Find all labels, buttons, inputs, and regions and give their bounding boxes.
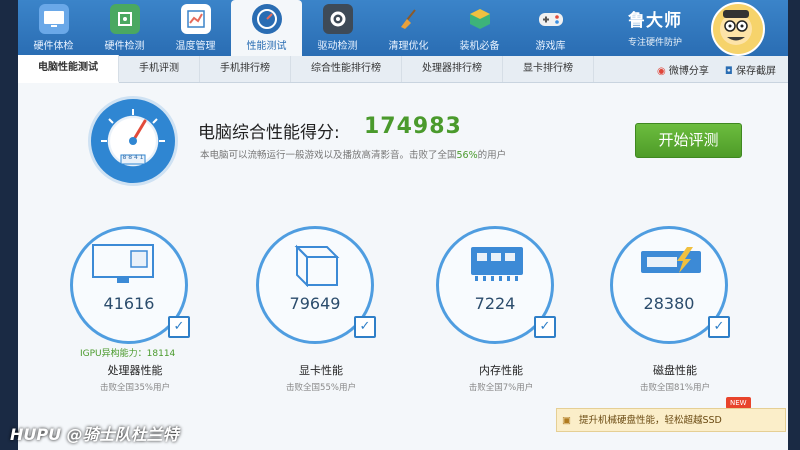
nav-label: 游戏库 — [535, 41, 566, 52]
gpu-check-icon[interactable]: ✓ — [354, 316, 376, 338]
chip-icon — [109, 4, 140, 34]
nav-label: 装机必备 — [459, 41, 500, 52]
memory-chip-icon — [471, 247, 523, 281]
thermometer-icon — [180, 4, 211, 34]
cpu-title: 处理器性能 — [107, 364, 163, 377]
memory-subtitle: 击败全国7%用户 — [468, 383, 534, 393]
score-title: 电脑综合性能得分: — [198, 123, 340, 143]
cpu-subtitle: 击败全国35%用户 — [100, 383, 170, 393]
weibo-share-label: 微博分享 — [668, 65, 709, 77]
disk-drive-icon — [641, 247, 701, 273]
cpu-score: 41616 — [103, 294, 155, 313]
watermark: HUPU @骑士队杜兰特 — [10, 425, 179, 444]
tab-actions: ◉ 微博分享 ◘ 保存截屏 — [657, 56, 776, 82]
disk-score: 28380 — [643, 294, 695, 313]
igpu-score: IGPU异构能力：18114 — [80, 349, 176, 359]
speedometer-icon — [251, 4, 282, 34]
disk-check-icon[interactable]: ✓ — [708, 316, 730, 338]
disk-promo-icon: ▣ — [562, 415, 571, 426]
top-toolbar: 硬件体检 硬件检测 温度管理 性能测试 驱动检测 清理优化 装机必备 游戏库 鲁… — [18, 0, 788, 56]
performance-gauge: 8 8 4 1 — [88, 96, 178, 186]
gpu-score: 79649 — [289, 294, 341, 313]
tab-phone-ranking[interactable]: 手机排行榜 — [200, 56, 291, 82]
promo-text: 提升机械硬盘性能，轻松超越SSD — [579, 415, 722, 426]
brand: 鲁大师 专注硬件防护 — [628, 6, 682, 48]
monitor-icon — [38, 4, 69, 34]
main-nav: 硬件体检 硬件检测 温度管理 性能测试 驱动检测 清理优化 装机必备 游戏库 — [18, 0, 586, 56]
sub-tabs: 电脑性能测试 手机评测 手机排行榜 综合性能排行榜 处理器排行榜 显卡排行榜 ◉… — [18, 55, 788, 83]
score-desc-prefix: 本电脑可以流畅运行一般游戏以及播放高清影音。击败了全国 — [200, 150, 457, 161]
nav-item-driver-detect[interactable]: 驱动检测 — [302, 0, 373, 56]
graphics-cube-icon — [294, 244, 340, 287]
nav-item-temperature[interactable]: 温度管理 — [160, 0, 231, 56]
memory-score: 7224 — [474, 294, 516, 313]
gpu-title: 显卡性能 — [299, 364, 343, 377]
tab-pc-performance[interactable]: 电脑性能测试 — [18, 55, 119, 83]
mascot-avatar[interactable] — [711, 2, 765, 56]
nav-label: 硬件体检 — [33, 41, 74, 52]
nav-item-performance-test[interactable]: 性能测试 — [231, 0, 302, 56]
nav-item-cleanup[interactable]: 清理优化 — [373, 0, 444, 56]
nav-item-game-library[interactable]: 游戏库 — [515, 0, 586, 56]
save-screenshot-label: 保存截屏 — [736, 65, 776, 77]
nav-item-hardware-detect[interactable]: 硬件检测 — [89, 0, 160, 56]
box-icon — [465, 4, 495, 34]
camera-icon: ◘ — [724, 65, 733, 77]
score-description: 本电脑可以流畅运行一般游戏以及播放高清影音。击败了全国56%的用户 — [200, 147, 506, 161]
nav-label: 温度管理 — [175, 41, 216, 52]
save-screenshot-link[interactable]: ◘ 保存截屏 — [725, 62, 776, 77]
nav-item-hardware-checkup[interactable]: 硬件体检 — [18, 0, 89, 56]
broom-icon — [394, 4, 424, 34]
nav-label: 驱动检测 — [317, 41, 358, 52]
tab-phone-review[interactable]: 手机评测 — [119, 56, 200, 82]
score-percent: 56% — [456, 150, 478, 161]
cpu-check-icon[interactable]: ✓ — [168, 316, 190, 338]
gpu-subtitle: 击败全国55%用户 — [286, 383, 356, 393]
tab-gpu-ranking[interactable]: 显卡排行榜 — [503, 56, 594, 82]
cpu-monitor-icon — [92, 244, 154, 283]
nav-label: 清理优化 — [388, 41, 429, 52]
nav-label: 硬件检测 — [104, 41, 145, 52]
memory-check-icon[interactable]: ✓ — [534, 316, 556, 338]
score-desc-suffix: 的用户 — [477, 150, 507, 161]
nav-label: 性能测试 — [246, 41, 287, 52]
weibo-share-link[interactable]: ◉ 微博分享 — [657, 62, 709, 77]
gear-icon — [322, 4, 353, 34]
gauge-readout: 8 8 4 1 — [122, 154, 144, 161]
ssd-promo-banner[interactable]: ▣ 提升机械硬盘性能，轻松超越SSD — [556, 408, 786, 432]
disk-subtitle: 击败全国81%用户 — [640, 383, 710, 393]
brand-title: 鲁大师 — [628, 11, 682, 31]
weibo-icon: ◉ — [656, 65, 666, 77]
gamepad-icon — [536, 4, 566, 34]
overall-score: 174983 — [364, 114, 462, 139]
start-test-button[interactable]: 开始评测 — [635, 123, 742, 158]
brand-subtitle: 专注硬件防护 — [628, 38, 683, 48]
nav-item-essentials[interactable]: 装机必备 — [444, 0, 515, 56]
disk-title: 磁盘性能 — [653, 364, 697, 377]
app-window: 硬件体检 硬件检测 温度管理 性能测试 驱动检测 清理优化 装机必备 游戏库 鲁… — [18, 0, 788, 450]
memory-title: 内存性能 — [479, 364, 523, 377]
tab-cpu-ranking[interactable]: 处理器排行榜 — [402, 56, 503, 82]
tab-overall-ranking[interactable]: 综合性能排行榜 — [291, 56, 402, 82]
